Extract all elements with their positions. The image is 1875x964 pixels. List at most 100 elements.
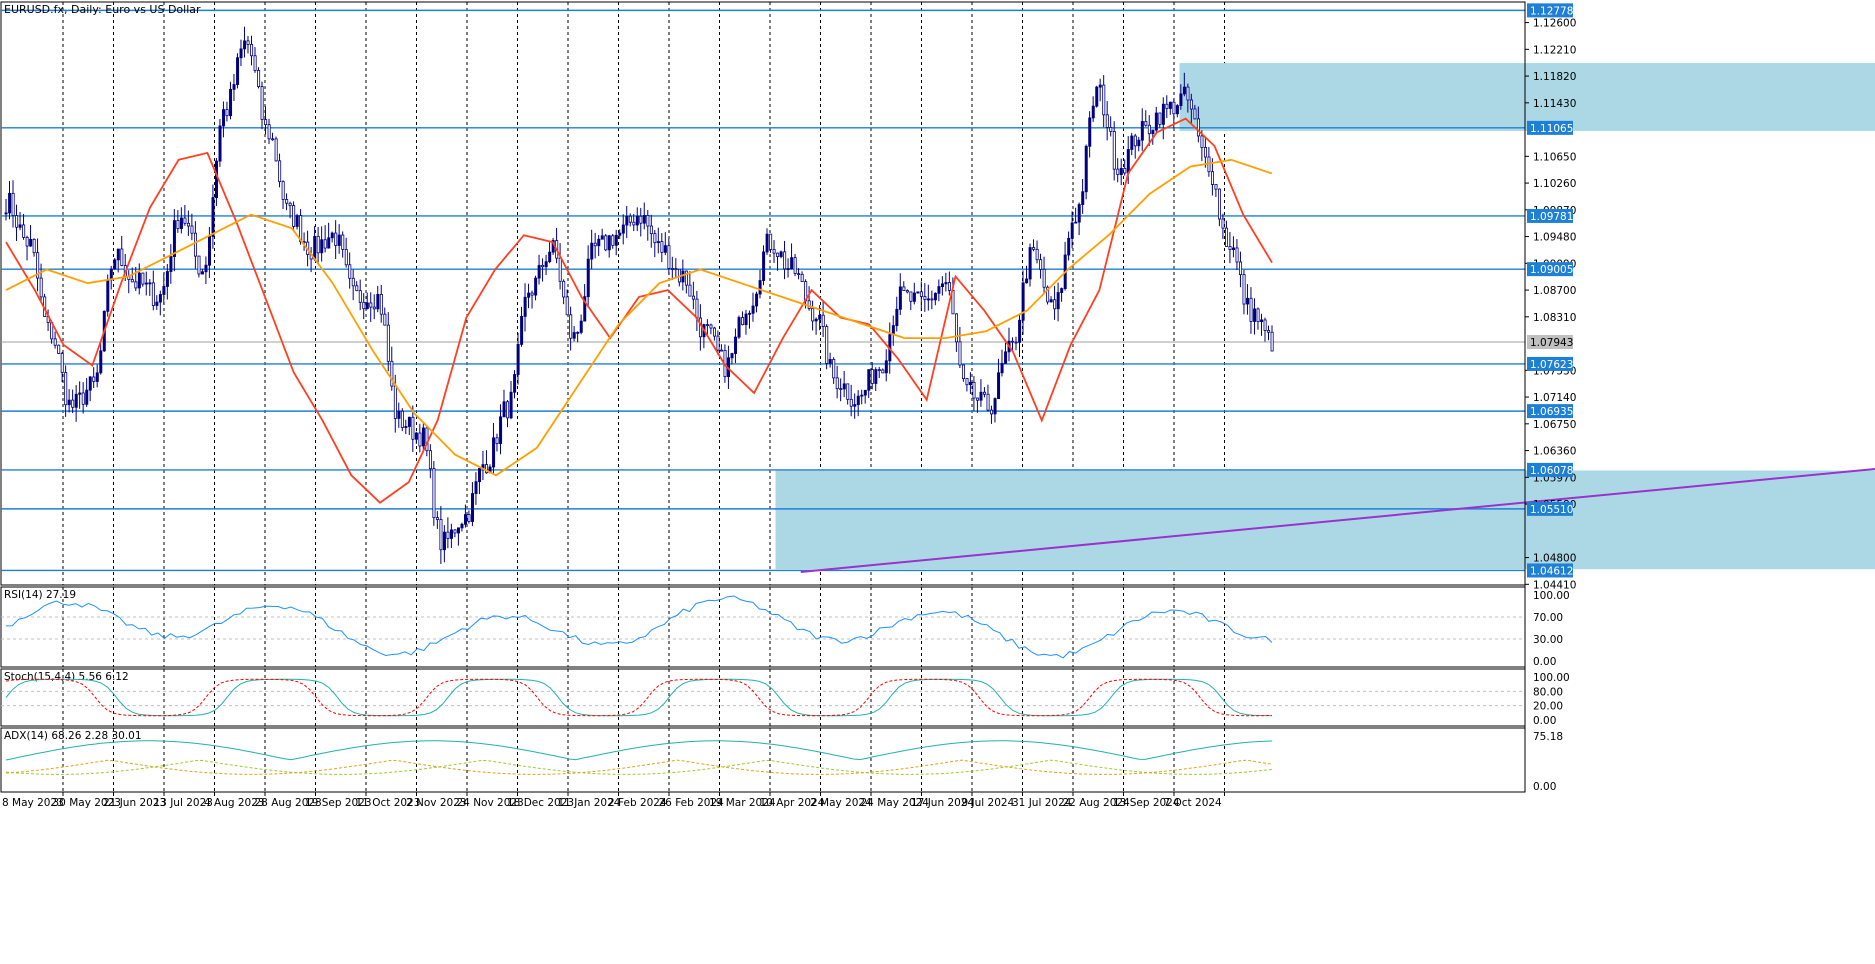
candle-body <box>1235 247 1239 263</box>
candle-body <box>902 286 906 291</box>
candle-body <box>744 313 748 326</box>
candle-body <box>614 234 618 246</box>
candle-body <box>499 416 503 444</box>
candle-body <box>1000 363 1004 374</box>
candle-body <box>32 238 36 254</box>
candle-body <box>846 383 850 400</box>
candle-body <box>1196 118 1200 137</box>
candle-body <box>1175 105 1179 115</box>
candle-body <box>393 385 397 419</box>
candle-body <box>379 294 383 315</box>
candle-body <box>807 300 811 309</box>
candle-body <box>811 308 815 322</box>
candle-body <box>348 264 352 279</box>
candle-body <box>821 314 825 327</box>
candle-body <box>1039 259 1043 270</box>
candle-body <box>18 224 22 228</box>
candle-body <box>193 232 197 257</box>
candle-body <box>670 267 674 270</box>
candle-body <box>278 160 282 183</box>
candle-body <box>334 232 338 246</box>
candle-body <box>1011 340 1015 343</box>
candle-body <box>411 416 415 440</box>
candle-body <box>520 315 524 345</box>
candle-body <box>428 450 432 470</box>
candle-body <box>236 57 240 85</box>
candle-body <box>1049 299 1053 303</box>
candle-body <box>383 313 387 326</box>
candle-body <box>1042 268 1046 288</box>
candle-body <box>144 282 148 285</box>
candle-body <box>29 238 33 247</box>
candle-body <box>835 377 839 390</box>
candle-body <box>148 282 152 285</box>
candle-body <box>215 160 219 198</box>
candle-body <box>825 326 829 364</box>
candle-body <box>397 410 401 419</box>
candle-body <box>716 335 720 351</box>
candle-body <box>709 324 713 329</box>
candle-body <box>179 217 183 229</box>
candle-body <box>1077 204 1081 223</box>
candle-body <box>698 317 702 338</box>
candle-body <box>1140 121 1144 141</box>
candle-body <box>78 392 82 395</box>
candle-body <box>776 252 780 257</box>
candle-body <box>211 197 215 237</box>
candle-body <box>1228 246 1232 250</box>
resistance-zone <box>1179 63 1875 131</box>
indicator-level-label: 20.00 <box>1533 701 1563 713</box>
candle-body <box>288 202 292 206</box>
candle-body <box>1133 135 1137 147</box>
candle-body <box>11 192 15 216</box>
chart-canvas[interactable]: RSI(14) 27.19 100.00 70.00 30.00 0.00 Stoch(1… <box>0 0 1875 964</box>
candle-body <box>39 277 43 298</box>
candle-body <box>590 242 594 260</box>
candle-body <box>232 84 236 90</box>
candle-body <box>860 394 864 397</box>
candle-body <box>958 341 962 366</box>
candle-body <box>414 432 418 440</box>
candle-body <box>1193 108 1197 120</box>
candle-body <box>632 221 636 226</box>
candle-body <box>635 215 639 226</box>
candle-body <box>523 296 527 317</box>
candle-body <box>649 225 653 235</box>
indicator-level-label: 0.00 <box>1533 715 1556 727</box>
candle-body <box>790 257 794 269</box>
candle-body <box>656 241 660 244</box>
candle-body <box>4 212 8 215</box>
candle-body <box>1070 222 1074 239</box>
candle-body <box>779 251 783 257</box>
candle-body <box>611 235 615 246</box>
candle-body <box>856 395 860 405</box>
candle-body <box>758 280 762 295</box>
candle-body <box>60 353 64 373</box>
y-tick-label: 1.08700 <box>1533 285 1576 297</box>
candle-body <box>99 350 103 374</box>
candle-body <box>365 302 369 310</box>
candle-body <box>618 232 622 236</box>
indicator-level-label: 100.00 <box>1533 590 1570 602</box>
candle-body <box>1168 101 1172 109</box>
candle-body <box>940 283 944 288</box>
candle-body <box>8 192 12 214</box>
indicator-title: Stoch(15,4,4) 5.56 6.12 <box>4 671 129 683</box>
indicator-level-label: 0.00 <box>1533 656 1556 668</box>
candle-body <box>1116 168 1120 175</box>
candle-body <box>625 215 629 226</box>
candle-body <box>134 281 138 289</box>
candle-body <box>285 199 289 204</box>
candle-body <box>208 236 212 266</box>
candle-body <box>660 241 664 253</box>
candle-body <box>674 268 678 270</box>
candle-body <box>390 360 394 387</box>
candle-body <box>1200 135 1204 148</box>
indicator-level-label: 30.00 <box>1533 634 1563 646</box>
candle-body <box>930 298 934 301</box>
candle-body <box>748 312 752 315</box>
candle-body <box>944 282 948 285</box>
candle-body <box>425 427 429 452</box>
candle-body <box>712 327 716 337</box>
candle-body <box>786 268 790 270</box>
